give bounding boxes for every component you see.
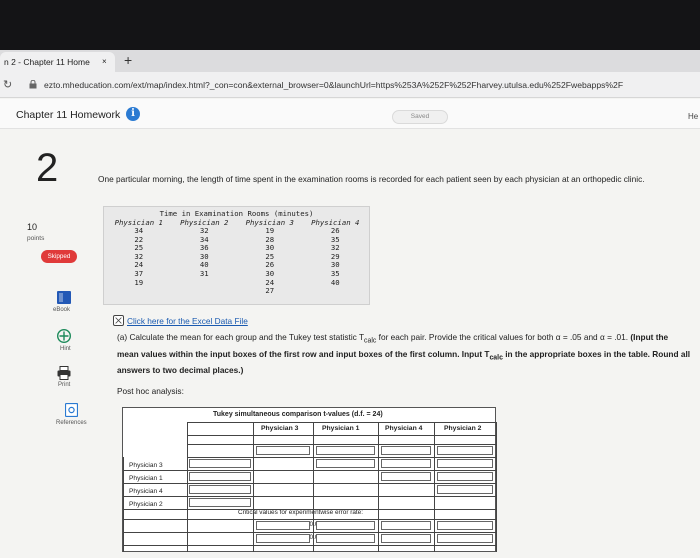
data-cell: 27	[265, 286, 275, 296]
reload-icon[interactable]: ↻	[3, 78, 12, 91]
tcalc-input-r2-c4[interactable]	[437, 472, 493, 481]
data-table-body: 34 22 25 32 24 37 19 32 34 36 30 40 31 19 28 30 25 26 30 24…	[106, 226, 369, 296]
excel-file-icon[interactable]	[113, 315, 124, 326]
close-icon[interactable]: ×	[102, 57, 107, 66]
lock-icon	[29, 80, 37, 89]
tcalc-input-r1-c2[interactable]	[316, 459, 375, 468]
new-tab-button[interactable]: +	[124, 52, 132, 68]
tukey-row-header-physician-3: Physician 3	[129, 462, 163, 469]
tukey-grid-line	[378, 422, 379, 552]
tukey-grid-line	[253, 422, 254, 552]
tcalc-input-r2-c3[interactable]	[381, 472, 431, 481]
critical-input-r2-c4[interactable]	[437, 534, 493, 543]
question-number: 2	[36, 146, 59, 190]
data-table-title: Time in Examination Rooms (minutes)	[159, 209, 314, 218]
tukey-grid-line	[187, 444, 496, 445]
critical-input-r2-c3[interactable]	[381, 534, 431, 543]
tukey-row-header-physician-1: Physician 1	[129, 475, 163, 482]
hint-label[interactable]: Hint	[60, 346, 71, 352]
points-label: points	[27, 235, 45, 242]
mean-input-col-3[interactable]	[381, 446, 431, 455]
mean-input-row-4[interactable]	[189, 498, 251, 507]
tab-title: n 2 - Chapter 11 Home	[4, 57, 90, 67]
ebook-label[interactable]: eBook	[53, 307, 70, 313]
references-icon[interactable]	[65, 403, 78, 417]
critical-input-r1-c1[interactable]	[256, 521, 310, 530]
tcalc-subscript: calc	[364, 337, 377, 345]
tukey-grid-line	[313, 422, 314, 552]
question-intro: One particular morning, the length of ti…	[98, 174, 645, 184]
tukey-col-header-physician-1: Physician 1	[322, 425, 360, 432]
exam-time-data-table: Time in Examination Rooms (minutes) Phys…	[103, 206, 370, 305]
browser-tab[interactable]: n 2 - Chapter 11 Home ×	[0, 52, 115, 72]
tukey-grid-line	[123, 496, 496, 497]
mean-input-row-2[interactable]	[189, 472, 251, 481]
data-column-physician-1: 34 22 25 32 24 37 19	[106, 226, 172, 296]
tukey-row-header-physician-4: Physician 4	[129, 488, 163, 495]
tukey-col-header-physician-4: Physician 4	[385, 425, 423, 432]
data-column-physician-2: 32 34 36 30 40 31	[172, 226, 238, 296]
tukey-grid-line	[123, 483, 496, 484]
tukey-grid-line	[496, 422, 497, 552]
info-icon[interactable]: i	[126, 107, 140, 121]
tukey-grid-line	[434, 422, 435, 552]
tukey-row-header-physician-2: Physician 2	[129, 501, 163, 508]
tukey-grid-line	[123, 470, 496, 471]
mean-input-row-1[interactable]	[189, 459, 251, 468]
mean-input-col-2[interactable]	[316, 446, 375, 455]
mean-input-row-3[interactable]	[189, 485, 251, 494]
tukey-grid-line	[123, 519, 496, 520]
tcalc-input-r1-c3[interactable]	[381, 459, 431, 468]
tcalc-input-r1-c4[interactable]	[437, 459, 493, 468]
data-cell: 31	[199, 268, 209, 278]
tukey-grid-line	[123, 545, 496, 546]
data-table-headers: Physician 1 Physician 2 Physician 3 Phys…	[106, 218, 368, 227]
critical-input-r1-c4[interactable]	[437, 521, 493, 530]
tukey-col-header-physician-2: Physician 2	[444, 425, 482, 432]
tukey-grid-line	[187, 435, 496, 436]
critical-input-r2-c2[interactable]	[316, 534, 375, 543]
help-link[interactable]: He	[688, 112, 698, 121]
tcalc-input-r3-c4[interactable]	[437, 485, 493, 494]
tukey-grid-line	[187, 422, 496, 423]
os-top-bar	[0, 0, 700, 50]
tukey-grid-line	[123, 457, 124, 552]
ebook-icon[interactable]	[57, 291, 71, 304]
tukey-col-header-physician-3: Physician 3	[261, 425, 299, 432]
tcalc-subscript-2: calc	[489, 354, 503, 362]
part-a-instructions: (a) Calculate the mean for each group an…	[117, 331, 692, 376]
data-column-physician-4: 26 35 32 29 30 35 40	[303, 226, 369, 296]
posthoc-label: Post hoc analysis:	[117, 386, 184, 396]
tukey-grid-line	[123, 532, 496, 533]
part-a-mid: for each pair. Provide the critical valu…	[376, 332, 631, 342]
references-label[interactable]: References	[56, 420, 87, 426]
saved-status: Saved	[392, 110, 448, 124]
mean-input-col-4[interactable]	[437, 446, 493, 455]
hint-icon[interactable]	[57, 329, 71, 343]
critical-input-r1-c3[interactable]	[381, 521, 431, 530]
print-label[interactable]: Print	[58, 382, 70, 388]
tab-strip: n 2 - Chapter 11 Home ×	[0, 50, 700, 72]
data-cell: 19	[134, 277, 144, 287]
tukey-grid-line	[187, 457, 496, 458]
tukey-comparison-table: Tukey simultaneous comparison t-values (…	[122, 407, 497, 552]
data-column-physician-3: 19 28 30 25 26 30 24 27	[237, 226, 303, 296]
data-cell: 40	[330, 277, 340, 287]
url-text[interactable]: ezto.mheducation.com/ext/map/index.html?…	[44, 80, 699, 90]
points-value: 10	[27, 222, 38, 232]
page-title: Chapter 11 Homework	[16, 109, 121, 121]
status-badge: Skipped	[41, 250, 77, 263]
tukey-grid-line	[187, 422, 188, 552]
critical-input-r2-c1[interactable]	[256, 534, 310, 543]
print-icon[interactable]	[57, 366, 71, 380]
critical-values-label: Critical values for experimentwise error…	[238, 509, 364, 516]
tukey-table-title: Tukey simultaneous comparison t-values (…	[213, 411, 383, 418]
part-a-lead: (a) Calculate the mean for each group an…	[117, 332, 365, 342]
excel-data-link[interactable]: Click here for the Excel Data File	[127, 316, 248, 326]
critical-input-r1-c2[interactable]	[316, 521, 375, 530]
mean-input-col-1[interactable]	[256, 446, 310, 455]
tukey-grid-line	[123, 509, 496, 510]
